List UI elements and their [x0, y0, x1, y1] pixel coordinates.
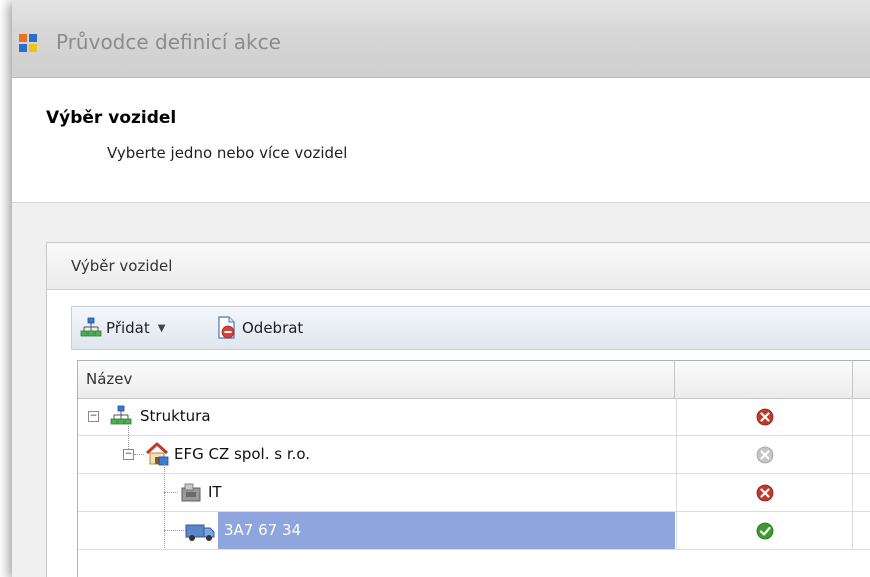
tree-connector — [134, 454, 144, 455]
remove-disabled-status-icon[interactable] — [756, 446, 774, 464]
tree-row-struktura[interactable]: − Struktura — [78, 398, 870, 436]
remove-button[interactable]: Odebrat — [216, 314, 303, 342]
status-cell[interactable] — [676, 512, 853, 549]
hierarchy-icon — [110, 405, 132, 425]
tree-row-label: IT — [208, 483, 222, 501]
tree-connector — [128, 426, 129, 449]
hierarchy-icon — [80, 317, 102, 337]
company-house-icon — [145, 442, 169, 466]
wizard-window: Průvodce definicí akce Výběr vozidel Vyb… — [12, 0, 870, 577]
add-button[interactable]: Přidat ▼ — [80, 314, 165, 342]
collapse-toggle-icon[interactable]: − — [88, 411, 99, 422]
tree-row-label: Struktura — [140, 407, 211, 425]
tree-row-department[interactable]: IT — [78, 464, 870, 550]
status-cell[interactable] — [676, 436, 853, 473]
status-cell[interactable] — [676, 398, 853, 435]
grid-header: Název — [78, 361, 870, 399]
remove-document-icon — [218, 316, 235, 339]
department-icon — [181, 483, 201, 502]
chevron-down-icon[interactable]: ▼ — [158, 323, 166, 334]
title-bar[interactable]: Průvodce definicí akce — [12, 0, 870, 78]
group-header: Výběr vozidel — [47, 243, 870, 290]
app-icon — [19, 34, 37, 52]
tree-row-company[interactable]: − EFG CZ spol. s r.o. — [78, 426, 870, 474]
page-title: Výběr vozidel — [46, 108, 177, 128]
remove-status-icon[interactable] — [756, 408, 774, 426]
remove-button-label: Odebrat — [242, 319, 304, 337]
wizard-header: Výběr vozidel Vyberte jedno nebo více vo… — [12, 78, 870, 203]
remove-status-icon[interactable] — [756, 484, 774, 502]
group-title: Výběr vozidel — [71, 257, 173, 275]
status-cell[interactable] — [676, 474, 853, 511]
tree-row-label: EFG CZ spol. s r.o. — [174, 445, 311, 463]
vehicle-tree-grid: Název − Struktura − EFG CZ spol. s r.o. … — [77, 360, 870, 577]
vehicle-selection-group: Výběr vozidel Přidat ▼ Odebrat Název − S… — [46, 242, 870, 577]
toolbar: Přidat ▼ Odebrat — [71, 306, 870, 350]
vehicle-truck-icon — [185, 524, 215, 541]
tree-row-vehicle[interactable]: 3A7 67 34 — [78, 512, 870, 550]
collapse-toggle-icon[interactable]: − — [123, 449, 134, 460]
window-title: Průvodce definicí akce — [56, 30, 281, 54]
add-button-label: Přidat — [106, 319, 150, 337]
tree-connector — [164, 492, 178, 493]
tree-row-label: 3A7 67 34 — [224, 521, 302, 539]
page-subtitle: Vyberte jedno nebo více vozidel — [107, 144, 348, 162]
ok-status-icon[interactable] — [756, 522, 774, 540]
column-header-status[interactable] — [676, 361, 853, 398]
tree-connector — [164, 530, 186, 531]
column-header-name[interactable]: Název — [78, 361, 675, 398]
